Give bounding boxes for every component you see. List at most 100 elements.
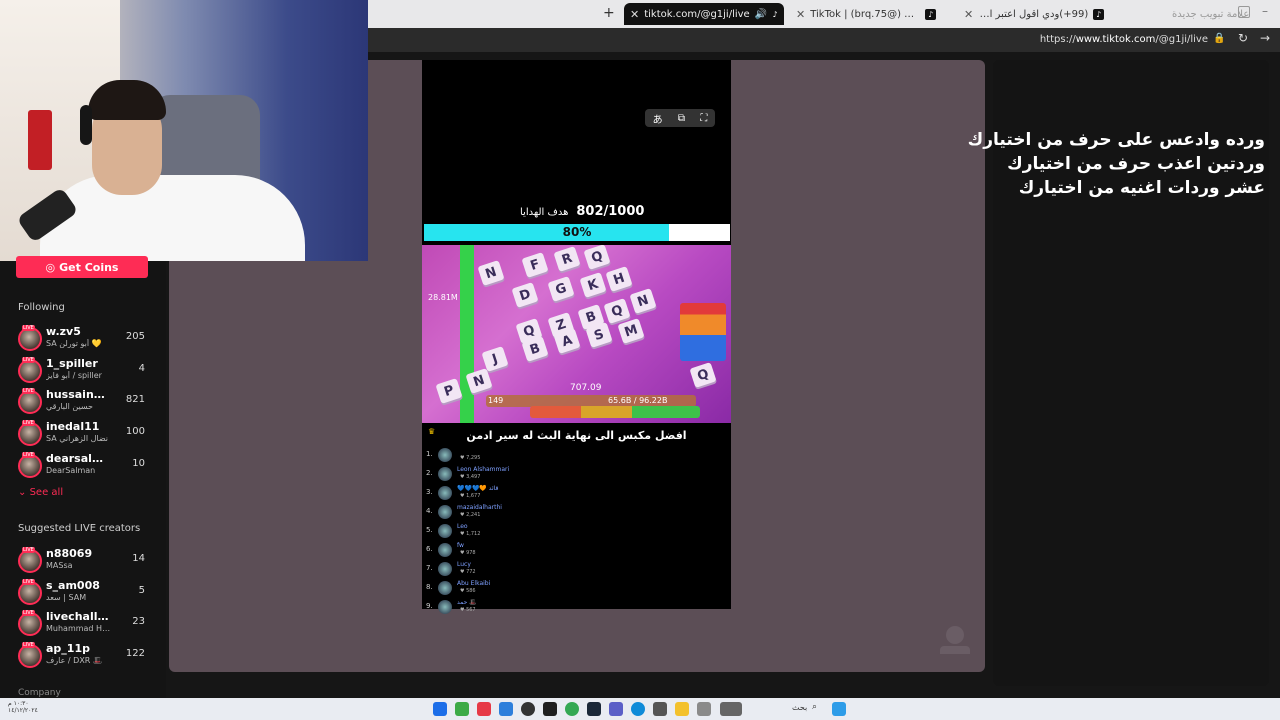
close-icon[interactable]: ✕ — [630, 8, 639, 21]
creator-name: n88069 — [46, 547, 93, 560]
sidebar-item-following[interactable]: LIVE w.zv5 SA أبو تورلن 💛 205 — [16, 325, 148, 353]
avatar — [438, 486, 452, 500]
key-tile: H — [605, 266, 633, 292]
sidebar-item-following[interactable]: LIVE dearsalman_ DearSalman 10 — [16, 452, 148, 480]
viewer-count: 5 — [138, 585, 145, 596]
viewer-count: 10 — [132, 458, 145, 469]
hud-bar-text: 65.6B / 96.22B — [608, 396, 668, 405]
app-icon[interactable] — [697, 702, 711, 716]
close-icon[interactable]: ✕ — [964, 8, 973, 21]
speaker-icon[interactable]: 🔊 — [755, 9, 767, 20]
leaderboard-score: ♥ 772 — [460, 569, 476, 575]
hud-left-stat: 28.81M — [428, 293, 458, 302]
leaderboard-score: ♥ 586 — [460, 588, 476, 594]
video-toolbar: あ ⧉ ⛶ — [645, 109, 715, 127]
creator-nickname: DearSalman — [46, 466, 96, 475]
creator-name: inedal11 — [46, 420, 100, 433]
sidebar-item-suggested[interactable]: LIVE s_am008 سعد | SAM 5 — [16, 579, 148, 607]
see-all-link[interactable]: ⌄ See all — [18, 487, 63, 498]
tiktok-app-icon[interactable] — [477, 702, 491, 716]
creator-name: w.zv5 — [46, 325, 81, 338]
creator-nickname: SA نضال الزهراني — [46, 434, 109, 443]
translate-icon[interactable]: あ — [653, 111, 663, 126]
suggested-heading: Suggested LIVE creators — [18, 523, 141, 534]
leaderboard-rank: 5. — [426, 526, 433, 534]
steam-icon[interactable] — [587, 702, 601, 716]
tab-tiktok-profile[interactable]: ✕ TikTok | (brq.75@) برق🐺 ♪ — [790, 3, 952, 25]
sidebar-item-suggested[interactable]: LIVE livechallen... Muhammad Has... 23 — [16, 610, 148, 638]
sidebar-item-following[interactable]: LIVE inedal11 SA نضال الزهراني 100 — [16, 420, 148, 448]
key-tile: N — [477, 260, 505, 286]
gift-goal-value: 802/1000 — [576, 204, 645, 219]
user-placeholder-icon — [940, 626, 970, 656]
picture-in-picture-icon[interactable]: ⧉ — [678, 113, 685, 124]
taskview-icon[interactable] — [433, 702, 447, 716]
app-icon[interactable] — [499, 702, 513, 716]
creator-name: 1_spiller — [46, 357, 98, 370]
tiktok-icon: ♪ — [772, 8, 778, 20]
tab-video[interactable]: ✕ (99+)ودي اقول اعتبر الكل عمك بس ♪ — [958, 3, 1118, 25]
minimize-icon[interactable]: – — [1262, 4, 1268, 18]
creator-name: s_am008 — [46, 579, 100, 592]
tiktok-icon: ♪ — [925, 8, 937, 20]
avatar — [438, 600, 452, 614]
hud-button-row — [530, 406, 700, 418]
edge-icon[interactable] — [631, 702, 645, 716]
sidebar-item-following[interactable]: LIVE hussainas... حسين البارقي 821 — [16, 388, 148, 416]
sidebar-item-suggested[interactable]: LIVE ap_11p عارف / DXR 🎩 122 — [16, 642, 148, 670]
chrome-icon[interactable] — [565, 702, 579, 716]
leaderboard-rank: 9. — [426, 602, 433, 610]
url-path: /@g1ji/live — [1155, 34, 1208, 45]
leaderboard-rank: 7. — [426, 564, 433, 572]
terminal-icon[interactable] — [543, 702, 557, 716]
leaderboard-name: Leo — [457, 523, 468, 530]
get-coins-label: Get Coins — [59, 260, 119, 274]
leaderboard-name: fw — [457, 542, 464, 549]
creator-nickname: Muhammad Has... — [46, 624, 114, 633]
app-icon[interactable] — [455, 702, 469, 716]
hud-right-panel — [680, 303, 726, 361]
lock-icon[interactable]: 🔒 — [1213, 33, 1225, 44]
start-icon[interactable] — [832, 702, 846, 716]
leaderboard-score: ♥ 1,712 — [460, 531, 481, 537]
viewer-count: 205 — [125, 331, 145, 342]
sidebar-item-suggested[interactable]: LIVE n88069 MASsa 14 — [16, 547, 148, 575]
key-tile: N — [629, 288, 657, 314]
url-text[interactable]: https://www.tiktok.com/@g1ji/live — [1040, 34, 1208, 45]
app-icon[interactable] — [653, 702, 667, 716]
get-coins-button[interactable]: ◎ Get Coins — [16, 256, 148, 278]
tab-tiktok-live[interactable]: ✕ tiktok.com/@g1ji/live 🔊 ♪ — [624, 3, 784, 25]
game-view: NFRQDGKHQZBQNJBASMPNQ 28.81M 707.09 65.6… — [422, 245, 731, 423]
fullscreen-icon[interactable]: ⛶ — [700, 113, 707, 124]
obs-icon[interactable] — [521, 702, 535, 716]
search-icon[interactable]: ⌕ — [812, 702, 817, 712]
app-icon[interactable] — [609, 702, 623, 716]
close-icon[interactable]: ✕ — [796, 8, 805, 21]
webcam-overlay — [0, 0, 368, 261]
file-explorer-icon[interactable] — [675, 702, 689, 716]
live-badge: LIVE — [22, 357, 35, 363]
taskbar-search[interactable]: بحث — [792, 703, 807, 712]
key-tile: Q — [603, 298, 631, 324]
avatar — [438, 505, 452, 519]
tab-title: (99+)ودي اقول اعتبر الكل عمك بس — [978, 8, 1089, 20]
tiktok-icon: ♪ — [1093, 8, 1105, 20]
forward-icon[interactable]: → — [1260, 31, 1270, 45]
tab-title: tiktok.com/@g1ji/live — [644, 8, 750, 20]
tab-list-icon[interactable] — [1238, 6, 1250, 18]
key-tile: P — [435, 378, 463, 404]
sidebar-item-following[interactable]: LIVE 1_spiller أبو فايز / spiller 4 — [16, 357, 148, 385]
reload-icon[interactable]: ↻ — [1238, 31, 1248, 45]
plus-icon[interactable]: + — [603, 5, 615, 21]
leaderboard-rank: 8. — [426, 583, 433, 591]
live-badge: LIVE — [22, 547, 35, 553]
see-all-label: See all — [29, 487, 64, 498]
creator-nickname: أبو فايز / spiller — [46, 371, 102, 380]
key-tile: M — [617, 318, 645, 344]
app-icon[interactable] — [720, 702, 742, 716]
company-link[interactable]: Company — [18, 688, 61, 698]
clock[interactable]: ١٠:٣٠ م ١٤/١٢/٢٠٢٤ — [8, 700, 38, 714]
tab-title: TikTok | (brq.75@) برق🐺 — [810, 8, 921, 20]
clock-date: ١٤/١٢/٢٠٢٤ — [8, 707, 38, 714]
leaderboard-rank: 2. — [426, 469, 433, 477]
